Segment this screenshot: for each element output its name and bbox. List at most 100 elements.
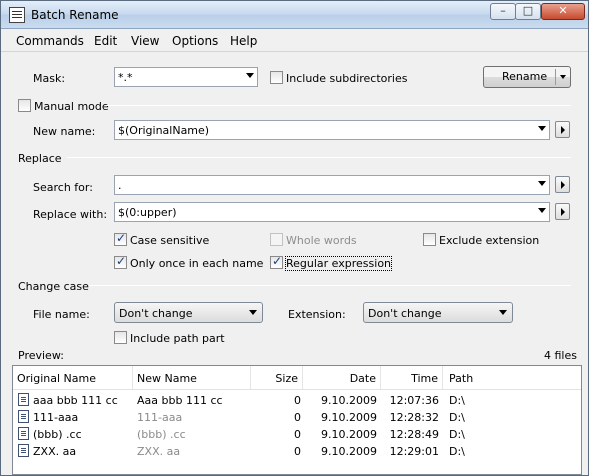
include-path-part-label: Include path part: [130, 332, 225, 345]
file-icon: [18, 393, 29, 406]
preview-list-header: Original Name New Name Size Date Time Pa…: [13, 366, 581, 390]
path-cell: D:\: [449, 394, 465, 407]
file-icon: [18, 427, 29, 440]
replace-section-label: Replace: [18, 152, 62, 165]
size-cell: 0: [294, 394, 301, 407]
batch-rename-window: Batch Rename – □ ✕ Commands Edit View Op…: [0, 0, 589, 476]
new-name-cell: 111-aaa: [137, 411, 183, 424]
file-name-case-value: Don't change: [119, 307, 193, 320]
path-cell: D:\: [449, 445, 465, 458]
preview-file-count: 4 files: [544, 349, 577, 362]
chevron-down-icon[interactable]: [246, 73, 254, 78]
include-subdirectories-label: Include subdirectories: [286, 72, 408, 85]
preview-list[interactable]: Original Name New Name Size Date Time Pa…: [12, 365, 582, 475]
menu-help[interactable]: Help: [230, 34, 257, 48]
original-name-cell: (bbb) .cc: [33, 428, 82, 441]
include-path-part-checkbox[interactable]: [114, 331, 127, 344]
column-new-name[interactable]: New Name: [133, 366, 251, 389]
chevron-down-icon[interactable]: [499, 310, 507, 315]
rename-button-label: Rename: [502, 70, 548, 83]
column-date[interactable]: Date: [303, 366, 381, 389]
chevron-down-icon[interactable]: [538, 181, 546, 186]
file-name-case-dropdown[interactable]: Don't change: [114, 302, 263, 323]
title-bar[interactable]: Batch Rename – □ ✕: [1, 1, 588, 29]
menu-edit[interactable]: Edit: [94, 34, 117, 48]
table-row[interactable]: (bbb) .cc (bbb) .cc 0 9.10.2009 12:28:49…: [13, 426, 581, 443]
date-cell: 9.10.2009: [321, 445, 377, 458]
chevron-down-icon[interactable]: [538, 208, 546, 213]
exclude-extension-checkbox[interactable]: [423, 233, 436, 246]
chevron-down-icon[interactable]: [249, 310, 257, 315]
menu-view[interactable]: View: [131, 34, 159, 48]
time-cell: 12:28:49: [389, 428, 439, 441]
exclude-extension-label: Exclude extension: [439, 234, 540, 247]
mask-value: *.*: [118, 71, 133, 84]
regular-expression-label: Regular expression: [284, 256, 393, 271]
search-for-value: .: [118, 179, 122, 192]
chevron-down-icon[interactable]: [560, 75, 566, 79]
replace-with-insert-button[interactable]: [555, 203, 570, 220]
size-cell: 0: [294, 445, 301, 458]
column-size[interactable]: Size: [251, 366, 303, 389]
time-cell: 12:07:36: [389, 394, 439, 407]
manual-mode-label: Manual mode: [34, 100, 109, 113]
case-sensitive-checkbox[interactable]: [114, 231, 127, 246]
maximize-button[interactable]: □: [515, 3, 541, 20]
column-time[interactable]: Time: [381, 366, 443, 389]
file-icon: [18, 410, 29, 423]
date-cell: 9.10.2009: [321, 411, 377, 424]
size-cell: 0: [294, 411, 301, 424]
search-for-label: Search for:: [33, 181, 93, 194]
search-for-insert-button[interactable]: [555, 176, 570, 193]
new-name-combo[interactable]: $(OriginalName): [114, 120, 550, 140]
search-for-combo[interactable]: .: [114, 175, 550, 195]
original-name-cell: 111-aaa: [33, 411, 79, 424]
table-row[interactable]: ZXX. aa ZXX. aa 0 9.10.2009 12:29:01 D:\: [13, 443, 581, 460]
menu-commands[interactable]: Commands: [16, 34, 84, 48]
column-path[interactable]: Path: [443, 366, 581, 389]
app-icon: [9, 7, 25, 23]
only-once-checkbox[interactable]: [114, 254, 127, 269]
manual-mode-divider: [105, 105, 571, 106]
mask-label: Mask:: [33, 72, 66, 85]
split-divider: [555, 69, 556, 85]
file-icon: [18, 444, 29, 457]
replace-with-value: $(0:upper): [118, 206, 177, 219]
change-case-section-label: Change case: [18, 280, 89, 293]
table-row[interactable]: aaa bbb 111 cc Aaa bbb 111 cc 0 9.10.200…: [13, 392, 581, 409]
menu-bar: Commands Edit View Options Help: [1, 30, 588, 52]
change-case-divider: [89, 285, 571, 286]
new-name-cell: (bbb) .cc: [137, 428, 186, 441]
new-name-cell: Aaa bbb 111 cc: [137, 394, 223, 407]
only-once-label: Only once in each name: [130, 257, 264, 270]
table-row[interactable]: 111-aaa 111-aaa 0 9.10.2009 12:28:32 D:\: [13, 409, 581, 426]
chevron-down-icon[interactable]: [538, 126, 546, 131]
path-cell: D:\: [449, 411, 465, 424]
close-button[interactable]: ✕: [541, 3, 585, 20]
regular-expression-checkbox[interactable]: [270, 254, 283, 269]
path-cell: D:\: [449, 428, 465, 441]
replace-divider: [67, 157, 571, 158]
case-sensitive-label: Case sensitive: [130, 234, 210, 247]
mask-combo[interactable]: *.*: [114, 67, 258, 87]
preview-label: Preview:: [18, 349, 64, 362]
column-original-name[interactable]: Original Name: [13, 366, 133, 389]
include-subdirectories-checkbox[interactable]: [270, 71, 283, 84]
replace-with-combo[interactable]: $(0:upper): [114, 202, 550, 222]
original-name-cell: ZXX. aa: [33, 445, 77, 458]
date-cell: 9.10.2009: [321, 428, 377, 441]
time-cell: 12:29:01: [389, 445, 439, 458]
menu-options[interactable]: Options: [172, 34, 218, 48]
whole-words-checkbox[interactable]: [270, 233, 283, 246]
extension-case-dropdown[interactable]: Don't change: [363, 302, 513, 323]
minimize-button[interactable]: –: [490, 3, 516, 20]
window-title: Batch Rename: [31, 8, 119, 22]
new-name-insert-button[interactable]: [555, 121, 570, 138]
extension-case-value: Don't change: [368, 307, 442, 320]
size-cell: 0: [294, 428, 301, 441]
replace-with-label: Replace with:: [33, 208, 108, 221]
new-name-label: New name:: [33, 125, 96, 138]
extension-case-label: Extension:: [288, 308, 346, 321]
rename-button[interactable]: Rename: [483, 66, 571, 88]
manual-mode-checkbox[interactable]: [18, 99, 31, 112]
